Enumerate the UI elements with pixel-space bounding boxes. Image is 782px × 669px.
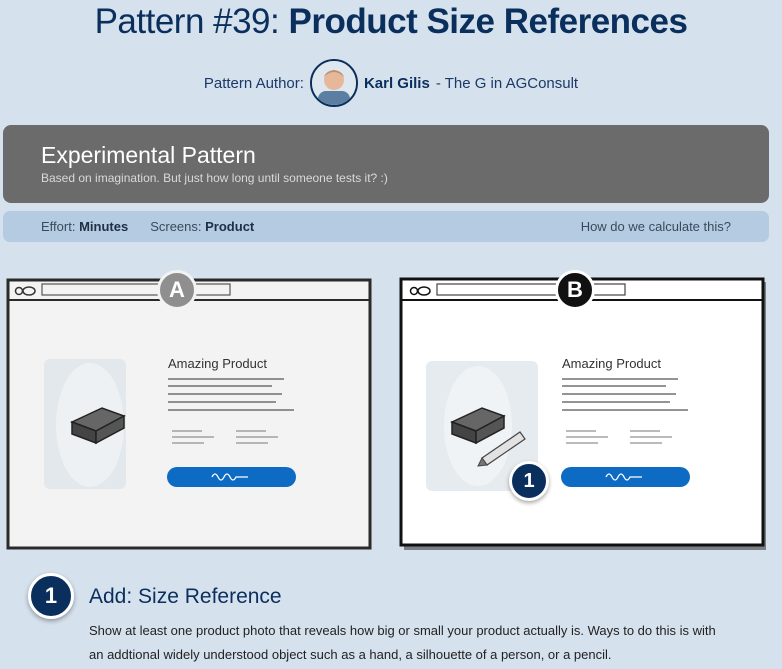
buy-button-a[interactable] (167, 467, 296, 487)
calculate-link[interactable]: How do we calculate this? (581, 219, 731, 234)
author-row: Pattern Author: Karl Gilis - The G in AG… (0, 56, 782, 110)
addition-description: Show at least one product photo that rev… (89, 623, 716, 662)
variant-a-wireframe: Amazing Product (6, 278, 372, 550)
variant-b-wireframe: Amazing Product (399, 277, 766, 550)
meta-bar: Effort: Minutes Screens: Product How do … (3, 211, 769, 242)
experimental-subtitle: Based on imagination. But just how long … (41, 171, 388, 185)
title-bold: Product Size References (288, 2, 688, 41)
title-prefix: Pattern #39: (94, 2, 280, 41)
author-affiliation: - The G in AGConsult (435, 74, 579, 92)
addition-number-badge: 1 (28, 573, 74, 619)
effort-label: Effort: (41, 219, 76, 234)
avatar-portrait (311, 61, 356, 105)
addition-title: Add: Size Reference (89, 585, 282, 608)
experimental-banner: Experimental Pattern Based on imaginatio… (3, 125, 769, 203)
experimental-title: Experimental Pattern (41, 142, 256, 168)
avatar[interactable] (309, 59, 358, 107)
product-title-a: Amazing Product (168, 356, 267, 371)
buy-button-b[interactable] (561, 467, 690, 487)
variant-a-badge: A (157, 270, 197, 310)
author-label: Pattern Author: (203, 74, 304, 92)
screens-label: Screens: (150, 219, 202, 234)
effort-value: Minutes (79, 219, 129, 234)
variant-b-badge: B (555, 270, 595, 310)
page-title: Pattern #39: Product Size References (0, 2, 782, 42)
author-name[interactable]: Karl Gilis (364, 75, 430, 92)
screens-value: Product (205, 219, 255, 234)
product-title-b: Amazing Product (562, 356, 661, 371)
size-reference-marker: 1 (509, 461, 549, 501)
